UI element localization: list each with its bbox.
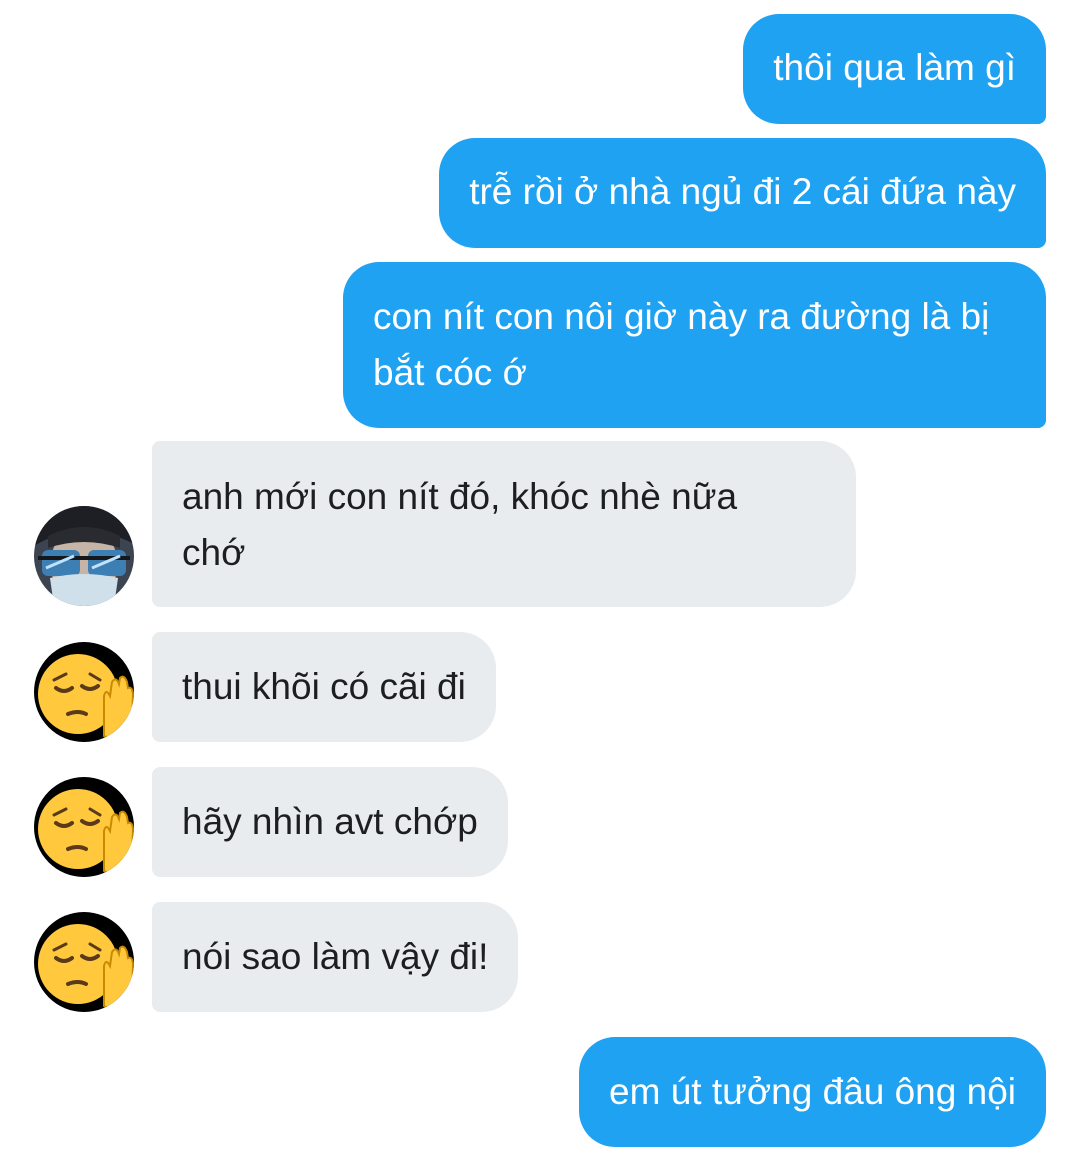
outgoing-message-bubble[interactable]: trễ rồi ở nhà ngủ đi 2 cái đứa này	[439, 138, 1046, 248]
outgoing-message-bubble[interactable]: thôi qua làm gì	[743, 14, 1046, 124]
message-text: thui khõi có cãi đi	[182, 666, 466, 707]
incoming-message-bubble[interactable]: thui khõi có cãi đi	[152, 632, 496, 742]
message-text: trễ rồi ở nhà ngủ đi 2 cái đứa này	[469, 171, 1016, 212]
outgoing-message-bubble[interactable]: con nít con nôi giờ này ra đường là bị b…	[343, 262, 1046, 428]
incoming-message-bubble[interactable]: anh mới con nít đó, khóc nhè nữa chớ	[152, 441, 856, 607]
message-text-line: bắt cóc ớ	[373, 352, 527, 393]
message-text-line: con nít con nôi giờ này ra đường là bị	[373, 296, 990, 337]
message-text-line: anh mới con nít đó, khóc nhè nữa	[182, 476, 738, 517]
pensive-face-emoji-avatar[interactable]	[34, 912, 134, 1012]
message-text: nói sao làm vậy đi!	[182, 936, 489, 977]
pensive-face-emoji-avatar[interactable]	[34, 642, 134, 742]
outgoing-message-bubble[interactable]: em út tưởng đâu ông nội	[579, 1037, 1046, 1147]
message-text: em út tưởng đâu ông nội	[609, 1071, 1016, 1112]
message-text-line: chớ	[182, 532, 246, 573]
pensive-face-emoji-avatar[interactable]	[34, 777, 134, 877]
message-text: thôi qua làm gì	[773, 47, 1016, 88]
incoming-message-bubble[interactable]: hãy nhìn avt chớp	[152, 767, 508, 877]
contact-avatar[interactable]	[34, 506, 134, 606]
message-text: hãy nhìn avt chớp	[182, 801, 478, 842]
incoming-message-bubble[interactable]: nói sao làm vậy đi!	[152, 902, 519, 1012]
